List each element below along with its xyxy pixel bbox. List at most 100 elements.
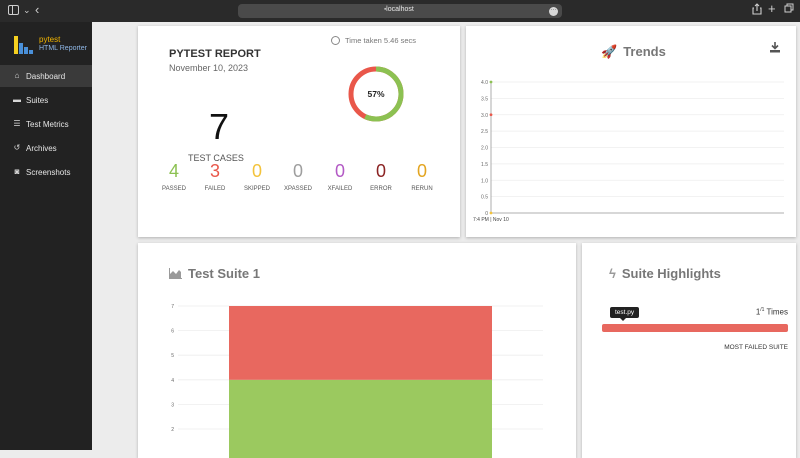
most-failed-caption: MOST FAILED SUITE (724, 344, 788, 351)
stat-passed[interactable]: 4 PASSED (154, 161, 194, 192)
rocket-icon: 🚀 (601, 44, 618, 59)
stat-failed[interactable]: 3 FAILED (195, 161, 235, 192)
sidebar-item-label: Test Metrics (26, 120, 69, 129)
stat-error[interactable]: 0 ERROR (361, 161, 401, 192)
report-date: November 10, 2023 (169, 63, 249, 73)
suite-tooltip: test.py (610, 307, 640, 321)
clock-icon (331, 36, 340, 45)
camera-icon: ◙ (14, 167, 20, 176)
sidebar: pytest HTML Reporter ⌂ Dashboard ▬ Suite… (0, 22, 92, 450)
time-taken-text: Time taken 5.46 secs (345, 36, 417, 45)
trends-title-text: Trends (623, 44, 666, 59)
stat-value: 0 (334, 161, 345, 181)
stat-label: PASSED (162, 186, 186, 192)
address-bar[interactable]: ▪ localhost ··· (238, 4, 562, 18)
stat-label: XPASSED (284, 186, 312, 192)
summary-card: PYTEST REPORT November 10, 2023 Time tak… (138, 26, 460, 237)
bar-chart-logo-icon (12, 34, 36, 54)
stat-value: 4 (168, 161, 179, 181)
list-icon: ☰ (13, 119, 21, 128)
stat-label: RERUN (411, 186, 433, 192)
trends-chart: 00.51.01.52.02.53.03.54.07:4 PM | Nov 10 (473, 80, 784, 223)
trend-point (489, 211, 493, 215)
report-title: PYTEST REPORT (169, 48, 261, 60)
stat-xfailed[interactable]: 0 XFAILED (320, 161, 360, 192)
sidebar-item-archives[interactable]: ↺ Archives (0, 137, 92, 159)
trend-y-tick: 2.5 (481, 129, 488, 135)
stat-label: XFAILED (327, 186, 353, 192)
suite-y-tick: 2 (171, 427, 174, 433)
stat-rerun[interactable]: 0 RERUN (402, 161, 442, 192)
failure-count-unit: Times (766, 307, 788, 317)
download-icon[interactable] (769, 41, 781, 53)
trend-y-tick: 1.0 (481, 178, 488, 184)
suite-y-tick: 5 (171, 353, 174, 359)
chevron-down-icon[interactable]: ⌄ (23, 5, 31, 16)
total-test-count: 7 (208, 106, 230, 147)
sidebar-item-label: Suites (26, 96, 49, 105)
home-icon: ⌂ (14, 71, 20, 80)
trends-card: 🚀 Trends 0 0.5 1.0 1.5 2.0 2.5 3.0 3.5 4.0 7:4 PM … (466, 26, 796, 237)
suite-y-tick: 7 (171, 304, 174, 310)
bolt-icon: ϟ (609, 266, 616, 281)
suite-chart: 2 3 4 5 6 7 (171, 304, 543, 458)
highlights-title-text: Suite Highlights (621, 266, 721, 281)
history-icon: ↺ (13, 143, 21, 152)
stat-skipped[interactable]: 0 SKIPPED (237, 161, 277, 192)
failure-count: 1/1 Times (756, 307, 788, 317)
brand-name: pytest (39, 35, 61, 44)
briefcase-icon: ▬ (13, 95, 21, 104)
suite-y-tick: 3 (171, 402, 174, 408)
area-chart-icon (169, 268, 182, 279)
brand-subtitle: HTML Reporter (39, 45, 87, 52)
sidebar-item-dashboard[interactable]: ⌂ Dashboard (0, 65, 92, 87)
failure-count-total: /1 (760, 307, 765, 313)
trend-y-tick: 2.0 (481, 146, 488, 152)
trends-title: 🚀 Trends (601, 44, 666, 60)
time-taken: Time taken 5.46 secs (331, 36, 416, 45)
suite-title-text: Test Suite 1 (188, 266, 261, 281)
trend-x-tick: 7:4 PM | Nov 10 (473, 217, 509, 223)
suite-bar-segment (229, 306, 492, 380)
browser-toolbar: ⌄ ‹ ▪ localhost ··· + (0, 0, 800, 22)
trend-y-tick: 4.0 (481, 80, 488, 86)
trend-y-tick: 1.5 (481, 162, 488, 168)
sidebar-item-label: Archives (26, 144, 57, 153)
suite-bar-segment (229, 379, 492, 458)
stat-xpassed[interactable]: 0 XPASSED (278, 161, 318, 192)
trend-y-tick: 0.5 (481, 195, 488, 201)
sidebar-item-test-metrics[interactable]: ☰ Test Metrics (0, 113, 92, 135)
trend-y-tick: 3.0 (481, 113, 488, 119)
trend-point (489, 113, 493, 117)
stat-value: 0 (416, 161, 427, 181)
suite-title: Test Suite 1 (169, 266, 260, 281)
sidebar-item-label: Screenshots (26, 168, 71, 177)
trend-y-tick: 3.5 (481, 96, 488, 102)
stat-label: SKIPPED (243, 186, 270, 192)
back-icon[interactable]: ‹ (35, 2, 39, 17)
suite-y-tick: 4 (171, 378, 174, 384)
highlights-title: ϟ Suite Highlights (609, 266, 721, 281)
stat-value: 0 (375, 161, 386, 181)
pass-rate-label: 57% (367, 89, 384, 99)
sidebar-toggle-icon[interactable] (8, 5, 19, 15)
tabs-overview-icon[interactable] (784, 3, 794, 13)
sidebar-item-screenshots[interactable]: ◙ Screenshots (0, 161, 92, 183)
address-text: localhost (386, 6, 414, 13)
most-failed-bar[interactable] (602, 324, 788, 332)
suite-highlights-card: ϟ Suite Highlights test.py 1/1 Times MOST… (582, 243, 796, 458)
new-tab-icon[interactable]: + (768, 1, 776, 16)
suite-y-tick: 6 (171, 329, 174, 335)
sidebar-item-label: Dashboard (26, 72, 66, 81)
test-suite-card: Test Suite 1 2 3 4 5 6 7 (138, 243, 576, 458)
stat-value: 3 (209, 161, 220, 181)
share-icon[interactable] (752, 3, 762, 15)
trend-point (489, 80, 493, 84)
stat-label: FAILED (204, 186, 226, 192)
stat-label: ERROR (370, 186, 392, 192)
stat-value: 0 (251, 161, 262, 181)
sidebar-item-suites[interactable]: ▬ Suites (0, 89, 92, 111)
pass-rate-donut: 57% (348, 66, 404, 122)
stat-value: 0 (292, 161, 303, 181)
more-icon[interactable]: ··· (549, 7, 558, 16)
